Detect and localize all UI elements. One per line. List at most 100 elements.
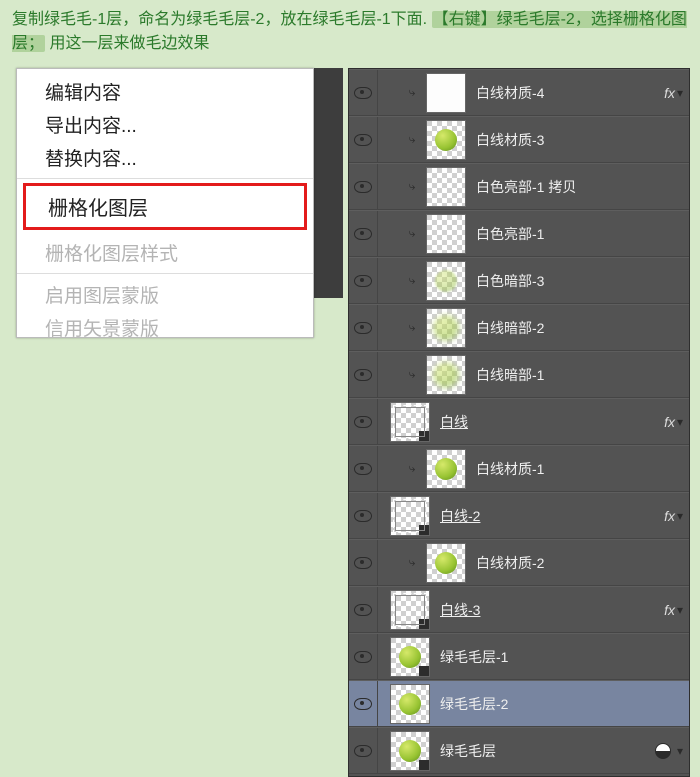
visibility-toggle[interactable] — [349, 681, 378, 726]
fx-label[interactable]: fx — [664, 508, 677, 524]
layer-row[interactable]: ⤷白线暗部-1 — [349, 351, 689, 398]
eye-icon — [354, 416, 372, 428]
layer-row[interactable]: 白线-3fx▾ — [349, 586, 689, 633]
chevron-down-icon[interactable]: ▾ — [677, 415, 689, 429]
eye-icon — [354, 651, 372, 663]
fx-label[interactable]: fx — [664, 85, 677, 101]
layer-thumbnail[interactable] — [426, 120, 466, 160]
layer-thumbnail[interactable] — [426, 543, 466, 583]
layer-thumbnail[interactable] — [390, 731, 430, 771]
layer-row[interactable]: ⤷ 白线材质-4fx▾ — [349, 69, 689, 116]
layer-name[interactable]: 白线-2 — [436, 506, 664, 526]
menu-item-replace-content[interactable]: 替换内容... — [17, 141, 313, 174]
clip-arrow-icon: ⤷ — [404, 132, 420, 147]
visibility-toggle[interactable] — [349, 587, 378, 632]
layer-name[interactable]: 白色亮部-1 拷贝 — [472, 177, 689, 197]
layer-name[interactable]: 白线材质-3 — [472, 130, 689, 150]
layer-thumbnail[interactable] — [390, 684, 430, 724]
layer-name[interactable]: 白色亮部-1 — [472, 224, 689, 244]
context-menu: 编辑内容 导出内容... 替换内容... 栅格化图层 栅格化图层样式 启用图层蒙… — [16, 68, 314, 338]
layer-row[interactable]: 绿毛毛层 ▾ — [349, 727, 689, 774]
layer-row[interactable]: 绿毛毛层-2 — [349, 680, 689, 727]
layer-row[interactable]: ⤷ 白线材质-3 — [349, 116, 689, 163]
visibility-toggle[interactable] — [349, 258, 378, 303]
layer-name[interactable]: 绿毛毛层-1 — [436, 647, 689, 667]
layer-name[interactable]: 白线材质-4 — [472, 83, 664, 103]
clip-arrow-icon: ⤷ — [404, 226, 420, 241]
visibility-toggle[interactable] — [349, 211, 378, 256]
layer-thumbnail[interactable] — [426, 73, 466, 113]
layers-panel: ⤷白线材质-4fx▾⤷白线材质-3⤷白色亮部-1 拷贝⤷白色亮部-1⤷白色暗部-… — [348, 68, 690, 777]
chevron-down-icon[interactable]: ▾ — [677, 744, 689, 758]
layer-thumbnail[interactable] — [426, 167, 466, 207]
visibility-toggle[interactable] — [349, 493, 378, 538]
eye-icon — [354, 322, 372, 334]
layer-name[interactable]: 白色暗部-3 — [472, 271, 689, 291]
filter-icon — [655, 743, 671, 759]
visibility-toggle[interactable] — [349, 305, 378, 350]
fx-label[interactable]: fx — [664, 414, 677, 430]
menu-item-rasterize-layer-style[interactable]: 栅格化图层样式 — [17, 236, 313, 269]
visibility-toggle[interactable] — [349, 446, 378, 491]
clip-arrow-icon: ⤷ — [404, 555, 420, 570]
layer-name[interactable]: 白线材质-2 — [472, 553, 689, 573]
smart-object-badge-icon — [419, 666, 429, 676]
layer-thumbnail[interactable] — [390, 590, 430, 630]
menu-item-export-content[interactable]: 导出内容... — [17, 108, 313, 141]
layer-thumbnail[interactable] — [426, 308, 466, 348]
layer-row[interactable]: ⤷ 白线暗部-2 — [349, 304, 689, 351]
visibility-toggle[interactable] — [349, 728, 378, 773]
clip-arrow-icon: ⤷ — [404, 85, 420, 100]
visibility-toggle[interactable] — [349, 399, 378, 444]
visibility-toggle[interactable] — [349, 164, 378, 209]
visibility-toggle[interactable] — [349, 540, 378, 585]
chevron-down-icon[interactable]: ▾ — [677, 603, 689, 617]
layer-row[interactable]: 白线fx▾ — [349, 398, 689, 445]
layer-row[interactable]: 绿毛毛层-1 — [349, 633, 689, 680]
menu-item-vector-mask: 信用矢景蒙版 — [17, 311, 313, 337]
layer-name[interactable]: 白线 — [436, 412, 664, 432]
eye-icon — [354, 510, 372, 522]
layer-name[interactable]: 绿毛毛层-2 — [436, 694, 689, 714]
layer-thumbnail[interactable] — [390, 402, 430, 442]
eye-icon — [354, 604, 372, 616]
layer-row[interactable]: ⤷ 白线材质-2 — [349, 539, 689, 586]
menu-item-rasterize-layer[interactable]: 栅格化图层 — [48, 192, 304, 221]
fx-label[interactable]: fx — [664, 602, 677, 618]
layer-row[interactable]: 白线-2fx▾ — [349, 492, 689, 539]
layer-row[interactable]: ⤷ 白色暗部-3 — [349, 257, 689, 304]
chevron-down-icon[interactable]: ▾ — [677, 509, 689, 523]
chevron-down-icon[interactable]: ▾ — [677, 86, 689, 100]
eye-icon — [354, 698, 372, 710]
filter-toggle[interactable] — [649, 728, 677, 773]
eye-icon — [354, 745, 372, 757]
smart-object-badge-icon — [419, 619, 429, 629]
layer-row[interactable]: ⤷白线材质-1 — [349, 445, 689, 492]
layer-thumbnail[interactable] — [426, 449, 466, 489]
layer-row[interactable]: ⤷ 白色亮部-1 — [349, 210, 689, 257]
smart-object-badge-icon — [419, 431, 429, 441]
panel-edge — [310, 68, 343, 298]
eye-icon — [354, 134, 372, 146]
menu-item-enable-layer-mask: 启用图层蒙版 — [17, 278, 313, 311]
smart-object-badge-icon — [419, 760, 429, 770]
layer-name[interactable]: 白线暗部-1 — [472, 365, 689, 385]
clip-arrow-icon: ⤷ — [404, 273, 420, 288]
menu-item-edit-content[interactable]: 编辑内容 — [17, 75, 313, 108]
layer-row[interactable]: ⤷白色亮部-1 拷贝 — [349, 163, 689, 210]
layer-name[interactable]: 白线-3 — [436, 600, 664, 620]
visibility-toggle[interactable] — [349, 70, 378, 115]
layer-name[interactable]: 白线暗部-2 — [472, 318, 689, 338]
layer-thumbnail[interactable] — [426, 261, 466, 301]
layer-thumbnail[interactable] — [426, 355, 466, 395]
layer-name[interactable]: 白线材质-1 — [472, 459, 689, 479]
layer-name[interactable]: 绿毛毛层 — [436, 741, 649, 761]
visibility-toggle[interactable] — [349, 352, 378, 397]
eye-icon — [354, 275, 372, 287]
layer-thumbnail[interactable] — [390, 496, 430, 536]
clip-arrow-icon: ⤷ — [404, 320, 420, 335]
visibility-toggle[interactable] — [349, 117, 378, 162]
visibility-toggle[interactable] — [349, 634, 378, 679]
layer-thumbnail[interactable] — [426, 214, 466, 254]
layer-thumbnail[interactable] — [390, 637, 430, 677]
